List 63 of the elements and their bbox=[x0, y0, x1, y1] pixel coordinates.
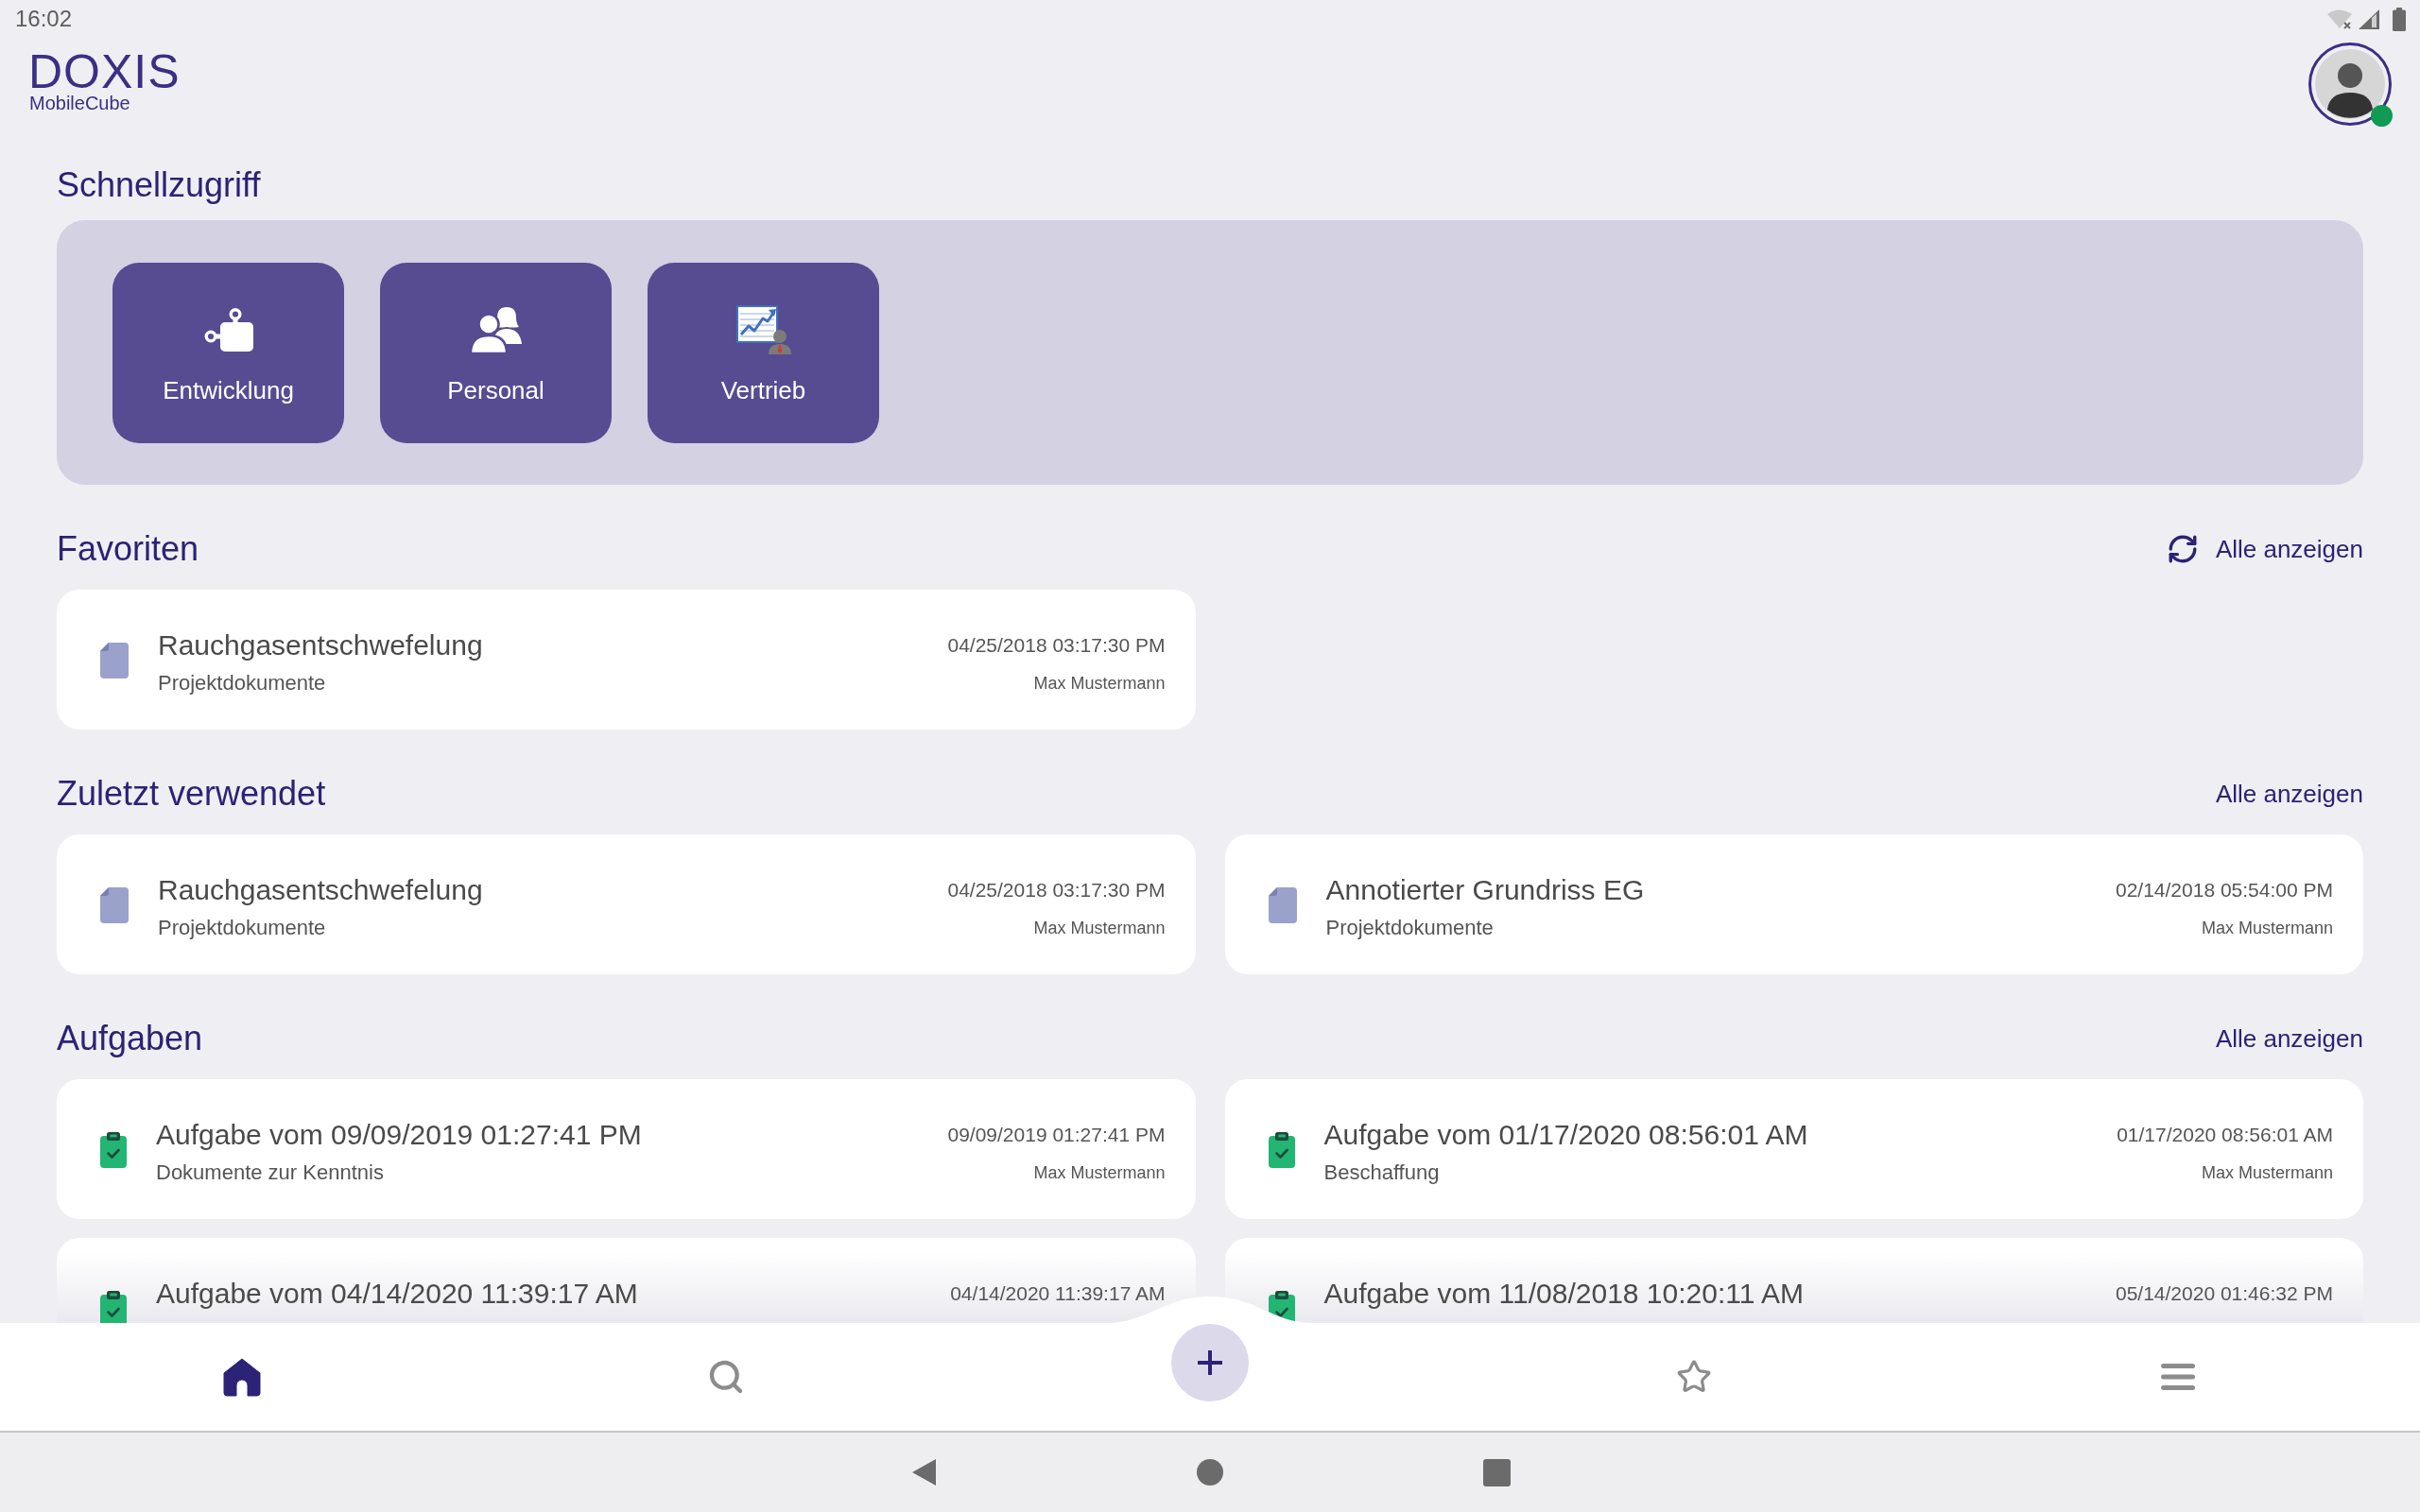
plugin-block-icon bbox=[203, 308, 253, 352]
card-date: 05/14/2020 01:46:32 PM bbox=[2116, 1283, 2333, 1304]
show-all-link[interactable]: Alle anzeigen bbox=[2215, 779, 2363, 809]
document-icon bbox=[100, 643, 129, 679]
card-author: Max Mustermann bbox=[2201, 918, 2333, 939]
star-icon bbox=[1676, 1359, 1712, 1395]
status-time: 16:02 bbox=[15, 6, 73, 32]
wifi-off-icon bbox=[2326, 8, 2355, 30]
signal-icon bbox=[2358, 8, 2380, 30]
plus-icon bbox=[1198, 1350, 1222, 1375]
quick-access-tile[interactable]: Vertrieb bbox=[648, 263, 879, 443]
task-card[interactable]: Aufgabe vom 11/08/2018 10:20:11 AM 05/14/2020 01:46:32 PM bbox=[1224, 1238, 2363, 1323]
card-subtitle: Dokumente zur Kenntnis bbox=[156, 1160, 384, 1186]
card-subtitle: Beschaffung bbox=[1323, 1160, 1440, 1186]
document-card[interactable]: Annotierter Grundriss EG 02/14/2018 05:54:00 PM Projektdokumente Max Mustermann bbox=[1224, 834, 2363, 974]
circle-icon[interactable] bbox=[1196, 1459, 1223, 1486]
square-icon[interactable] bbox=[1482, 1458, 1511, 1486]
section-heading: Schnellzugriff bbox=[57, 164, 261, 206]
card-date: 04/14/2020 11:39:17 AM bbox=[950, 1283, 1166, 1304]
card-author: Max Mustermann bbox=[1033, 918, 1166, 939]
card-date: 09/09/2019 01:27:41 PM bbox=[947, 1125, 1166, 1145]
task-card[interactable]: Aufgabe vom 04/14/2020 11:39:17 AM 04/14/2020 11:39:17 AM bbox=[57, 1238, 1196, 1323]
clipboard-check-icon bbox=[1268, 1132, 1295, 1168]
card-date: 04/25/2018 03:17:30 PM bbox=[947, 635, 1166, 656]
card-title: Aufgabe vom 04/14/2020 11:39:17 AM bbox=[156, 1277, 638, 1311]
card-date: 01/17/2020 08:56:01 AM bbox=[2117, 1125, 2333, 1145]
logo-subtitle: MobileCube bbox=[29, 94, 131, 112]
show-all-link[interactable]: Alle anzeigen bbox=[2215, 534, 2363, 564]
card-subtitle: Projektdokumente bbox=[1325, 915, 1494, 941]
document-card[interactable]: Rauchgasentschwefelung 04/25/2018 03:17:30 PM Projektdokumente Max Mustermann bbox=[57, 834, 1196, 974]
logo-wordmark: DOXIS bbox=[28, 50, 181, 94]
card-title: Aufgabe vom 01/17/2020 08:56:01 AM bbox=[1323, 1118, 1808, 1152]
quick-access-tile[interactable]: Personal bbox=[380, 263, 612, 443]
card-subtitle: Projektdokumente bbox=[158, 670, 326, 696]
card-author: Max Mustermann bbox=[1033, 1162, 1166, 1184]
card-date: 04/25/2018 03:17:30 PM bbox=[947, 880, 1166, 901]
card-title: Aufgabe vom 09/09/2019 01:27:41 PM bbox=[156, 1118, 642, 1152]
person-silhouette-icon bbox=[2315, 49, 2385, 119]
card-subtitle: Projektdokumente bbox=[158, 915, 326, 941]
task-card[interactable]: Aufgabe vom 09/09/2019 01:27:41 PM 09/09/2019 01:27:41 PM Dokumente zur Kenntnis Max Mustermann bbox=[57, 1079, 1196, 1219]
search-icon bbox=[707, 1358, 745, 1396]
sales-chart-icon bbox=[735, 305, 791, 354]
section-heading: Zuletzt verwendet bbox=[57, 773, 326, 815]
card-title: Aufgabe vom 11/08/2018 10:20:11 AM bbox=[1323, 1277, 1805, 1311]
document-icon bbox=[100, 887, 129, 923]
card-title: Rauchgasentschwefelung bbox=[158, 628, 483, 662]
quick-access-tile[interactable]: Entwicklung bbox=[112, 263, 344, 443]
card-author: Max Mustermann bbox=[1033, 673, 1166, 695]
home-icon bbox=[221, 1357, 263, 1397]
card-title: Rauchgasentschwefelung bbox=[158, 873, 483, 907]
menu-icon bbox=[2161, 1364, 2195, 1390]
section-heading: Aufgaben bbox=[57, 1018, 203, 1059]
show-all-link[interactable]: Alle anzeigen bbox=[2215, 1023, 2363, 1054]
clipboard-check-icon bbox=[100, 1291, 127, 1323]
card-title: Annotierter Grundriss EG bbox=[1325, 873, 1645, 907]
document-card[interactable]: Rauchgasentschwefelung 04/25/2018 03:17:30 PM Projektdokumente Max Mustermann bbox=[57, 590, 1196, 730]
clipboard-check-icon bbox=[100, 1132, 127, 1168]
card-author: Max Mustermann bbox=[2201, 1162, 2333, 1184]
battery-icon bbox=[2393, 7, 2406, 31]
document-icon bbox=[1268, 887, 1297, 923]
section-heading: Favoriten bbox=[57, 528, 199, 570]
card-date: 02/14/2018 05:54:00 PM bbox=[2116, 880, 2333, 901]
task-card[interactable]: Aufgabe vom 01/17/2020 08:56:01 AM 01/17/2020 08:56:01 AM Beschaffung Max Mustermann bbox=[1224, 1079, 2363, 1219]
